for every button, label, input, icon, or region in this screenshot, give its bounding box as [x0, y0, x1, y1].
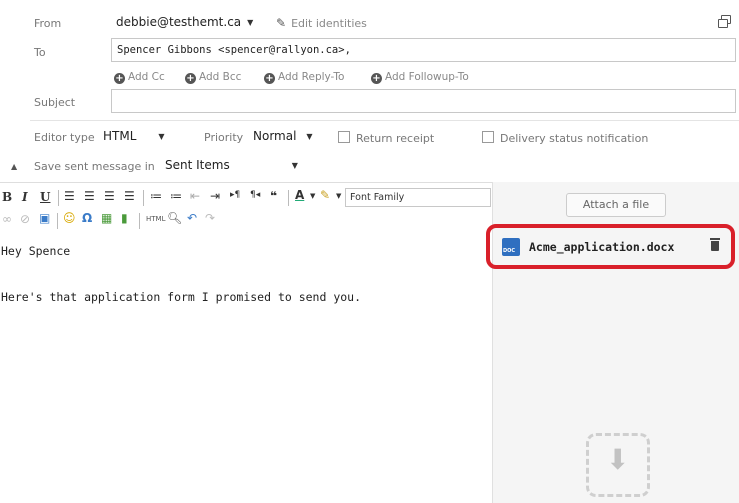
delivery-status-checkbox[interactable]: Delivery status notification	[482, 131, 648, 145]
add-bcc-label: Add Bcc	[199, 71, 242, 83]
bold-button[interactable]: B	[2, 190, 12, 204]
italic-button[interactable]: I	[22, 190, 28, 204]
subject-label: Subject	[34, 96, 76, 109]
attachment-item[interactable]: DOC Acme_application.docx	[498, 236, 730, 258]
ltr-button[interactable]: ▸¶	[230, 190, 240, 200]
chevron-down-icon: ▼	[306, 131, 313, 141]
html-source-button[interactable]: HTML	[146, 215, 165, 223]
priority-select[interactable]: Normal ▼	[253, 129, 313, 143]
plus-icon: +	[264, 73, 275, 84]
indent-button[interactable]: ⇥	[210, 189, 220, 203]
pencil-icon: ✎	[276, 16, 287, 30]
highlight-color-button[interactable]: ✎	[320, 188, 330, 202]
underline-button[interactable]: U	[40, 190, 50, 204]
editor-type-label: Editor type	[34, 131, 95, 144]
bullet-list-button[interactable]: ≔	[150, 189, 162, 203]
align-center-button[interactable]: ☰	[84, 189, 95, 203]
delivery-status-label: Delivery status notification	[500, 132, 649, 145]
link-icon[interactable]: ∞	[2, 212, 12, 226]
chevron-down-icon[interactable]: ▼	[336, 192, 341, 200]
attach-file-label: Attach a file	[582, 198, 650, 211]
save-sent-value: Sent Items	[165, 158, 230, 172]
to-input[interactable]: Spencer Gibbons <spencer@rallyon.ca>,	[111, 38, 736, 62]
plus-icon: +	[371, 73, 382, 84]
message-body[interactable]: Hey Spence Here's that application form …	[0, 232, 491, 503]
font-family-label: Font Family	[350, 192, 405, 203]
toolbar-separator	[139, 213, 140, 229]
rtl-button[interactable]: ¶◂	[250, 190, 260, 200]
editor-type-value: HTML	[103, 129, 137, 143]
editor-toolbar-divider	[0, 182, 492, 183]
chevron-down-icon: ▼	[291, 160, 298, 170]
attachment-name: Acme_application.docx	[529, 240, 675, 254]
toolbar-separator	[143, 190, 144, 206]
media-icon[interactable]: ▮	[121, 211, 128, 225]
priority-label: Priority	[204, 131, 244, 144]
from-select[interactable]: debbie@testhemt.ca ▼	[116, 15, 253, 29]
download-arrow-icon: ⬇	[606, 443, 630, 476]
unlink-icon[interactable]: ⊘	[20, 212, 30, 226]
special-char-icon[interactable]: Ω	[82, 211, 92, 225]
trash-icon[interactable]	[710, 238, 720, 252]
undo-icon[interactable]: ↶	[187, 211, 197, 225]
to-value: Spencer Gibbons <spencer@rallyon.ca>,	[117, 44, 351, 56]
from-value: debbie@testhemt.ca	[116, 15, 242, 29]
priority-value: Normal	[253, 129, 297, 143]
align-left-button[interactable]: ☰	[64, 189, 75, 203]
doc-icon-label: DOC	[503, 248, 516, 254]
toolbar-separator	[57, 213, 58, 229]
drop-zone-icon[interactable]: ⬇	[586, 433, 650, 497]
plus-icon: +	[185, 73, 196, 84]
find-replace-icon[interactable]: 🔍︎	[167, 211, 182, 225]
font-family-select[interactable]: Font Family	[345, 188, 491, 207]
insert-image-icon[interactable]: ▦	[101, 211, 112, 225]
numbered-list-button[interactable]: ≔	[170, 189, 182, 203]
edit-image-icon[interactable]: ▣	[39, 211, 50, 225]
return-receipt-checkbox[interactable]: Return receipt	[338, 131, 434, 145]
align-right-button[interactable]: ☰	[104, 189, 115, 203]
save-sent-label: Save sent message in	[34, 160, 155, 173]
chevron-down-icon[interactable]: ▼	[310, 192, 315, 200]
add-cc-link[interactable]: + Add Cc	[114, 71, 165, 84]
checkbox-icon	[482, 131, 494, 143]
chevron-down-icon: ▼	[158, 131, 165, 141]
add-reply-to-label: Add Reply-To	[278, 71, 345, 83]
save-sent-select[interactable]: Sent Items ▼	[165, 158, 298, 172]
body-line-1: Hey Spence	[1, 244, 71, 258]
add-followup-to-link[interactable]: + Add Followup-To	[371, 71, 469, 84]
collapse-options-icon[interactable]: ▲	[11, 162, 17, 171]
outdent-button[interactable]: ⇤	[190, 189, 200, 203]
body-line-2: Here's that application form I promised …	[1, 290, 362, 304]
add-followup-to-label: Add Followup-To	[385, 71, 469, 83]
redo-icon[interactable]: ↷	[205, 211, 215, 225]
chevron-down-icon: ▼	[247, 17, 254, 27]
blockquote-button[interactable]: ❝	[270, 189, 277, 203]
text-color-button[interactable]: A	[295, 188, 304, 202]
add-cc-label: Add Cc	[128, 71, 165, 83]
add-bcc-link[interactable]: + Add Bcc	[185, 71, 241, 84]
align-justify-button[interactable]: ☰	[124, 189, 135, 203]
attach-file-button[interactable]: Attach a file	[566, 193, 666, 217]
to-label: To	[34, 46, 46, 59]
subject-input[interactable]	[111, 89, 736, 113]
toolbar-separator	[58, 190, 59, 206]
doc-file-icon: DOC	[502, 238, 520, 256]
plus-icon: +	[114, 73, 125, 84]
toolbar-separator	[288, 190, 289, 206]
editor-type-select[interactable]: HTML ▼	[103, 129, 165, 143]
edit-identities-link[interactable]: ✎ Edit identities	[276, 16, 367, 30]
from-label: From	[34, 17, 62, 30]
options-divider	[30, 120, 739, 121]
edit-identities-label: Edit identities	[291, 16, 367, 30]
add-reply-to-link[interactable]: + Add Reply-To	[264, 71, 344, 84]
emoticon-icon[interactable]: ☺	[63, 211, 76, 225]
return-receipt-label: Return receipt	[356, 132, 435, 145]
window-restore-icon[interactable]	[717, 14, 731, 28]
checkbox-icon	[338, 131, 350, 143]
